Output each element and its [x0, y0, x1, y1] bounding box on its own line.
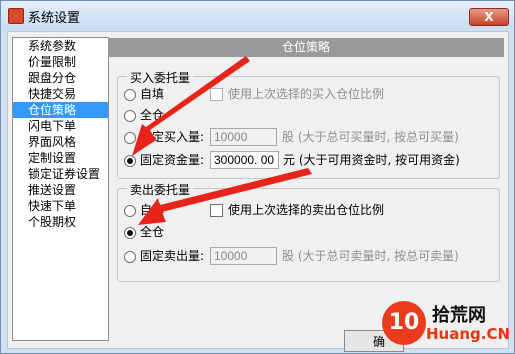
- sidebar-item-fast-order[interactable]: 快速下单: [13, 198, 108, 214]
- sell-fixed-qty-option[interactable]: 固定卖出量: 股 (大于总可卖量时, 按总可卖量): [124, 247, 494, 265]
- sell-auto-radio[interactable]: [124, 205, 136, 217]
- buy-auto-option[interactable]: 自填 使用上次选择的买入仓位比例: [124, 85, 494, 103]
- sell-fixed-qty-radio[interactable]: [124, 251, 136, 263]
- buy-full-label: 全仓: [140, 108, 165, 122]
- sidebar-item-push-settings[interactable]: 推送设置: [13, 182, 108, 198]
- sell-full-radio[interactable]: [124, 227, 136, 239]
- buy-auto-radio[interactable]: [124, 89, 136, 101]
- buy-full-option[interactable]: 全仓: [124, 106, 244, 124]
- buy-fixed-fund-label: 固定资金量:: [140, 153, 205, 167]
- window-title: 系统设置: [28, 11, 81, 26]
- sell-auto-label: 自填: [140, 203, 165, 217]
- watermark-cn-text: 拾荒网: [432, 305, 486, 326]
- app-icon: [8, 8, 24, 24]
- sidebar-item-flash-order[interactable]: 闪电下单: [13, 118, 108, 134]
- sell-group-legend: 卖出委托量: [127, 181, 194, 198]
- sell-full-option[interactable]: 全仓: [124, 223, 244, 241]
- buy-group-legend: 买入委托量: [127, 69, 194, 86]
- buy-fixed-fund-radio[interactable]: [124, 155, 136, 167]
- watermark: 10 拾荒网 Huang.CN: [382, 301, 512, 351]
- sell-use-last-label: 使用上次选择的卖出仓位比例: [228, 203, 385, 217]
- watermark-logo: 10: [382, 301, 426, 345]
- buy-fixed-fund-input[interactable]: [210, 151, 279, 169]
- sidebar-item-price-limit[interactable]: 价量限制: [13, 54, 108, 70]
- sidebar-item-follow-split[interactable]: 跟盘分仓: [13, 70, 108, 86]
- title-bar[interactable]: 系统设置 X: [1, 1, 514, 29]
- sell-auto-option[interactable]: 自填 使用上次选择的卖出仓位比例: [124, 201, 494, 219]
- buy-fixed-fund-hint: 元 (大于可用资金时, 按可用资金): [283, 153, 460, 167]
- sidebar-item-position-strategy[interactable]: 仓位策略: [13, 102, 108, 118]
- buy-auto-label: 自填: [140, 87, 165, 101]
- buy-quantity-group: 买入委托量 自填 使用上次选择的买入仓位比例 全仓 固定买入量: 股 (大于总可…: [117, 69, 500, 179]
- buy-fixed-qty-input[interactable]: [210, 128, 277, 146]
- buy-fixed-qty-radio[interactable]: [124, 132, 136, 144]
- buy-use-last-label: 使用上次选择的买入仓位比例: [228, 87, 385, 101]
- watermark-url: Huang.CN: [426, 325, 511, 343]
- sidebar-item-ui-style[interactable]: 界面风格: [13, 134, 108, 150]
- sell-quantity-group: 卖出委托量 自填 使用上次选择的卖出仓位比例 全仓 固定卖出量: 股 (大于总可…: [117, 181, 500, 282]
- buy-fixed-qty-hint: 股 (大于总可买量时, 按总可买量): [282, 130, 459, 144]
- buy-fixed-fund-option[interactable]: 固定资金量: 元 (大于可用资金时, 按可用资金): [124, 151, 499, 169]
- buy-fixed-qty-label: 固定买入量:: [140, 130, 205, 144]
- sell-fixed-qty-label: 固定卖出量:: [140, 249, 205, 263]
- sidebar-item-custom-settings[interactable]: 定制设置: [13, 150, 108, 166]
- buy-fixed-qty-option[interactable]: 固定买入量: 股 (大于总可买量时, 按总可买量): [124, 128, 494, 146]
- buy-full-radio[interactable]: [124, 110, 136, 122]
- buy-use-last-checkbox[interactable]: [210, 88, 223, 101]
- sidebar-item-system-params[interactable]: 系统参数: [13, 38, 108, 54]
- sell-full-label: 全仓: [140, 225, 165, 239]
- settings-panel: 仓位策略 买入委托量 自填 使用上次选择的买入仓位比例 全仓 固定买入量: 10…: [108, 37, 504, 346]
- sell-use-last-checkbox[interactable]: [210, 204, 223, 217]
- panel-header: 仓位策略: [108, 38, 504, 57]
- close-button[interactable]: X: [469, 8, 509, 26]
- sell-fixed-qty-hint: 股 (大于总可卖量时, 按总可卖量): [282, 249, 459, 263]
- settings-nav-list: 系统参数 价量限制 跟盘分仓 快捷交易 仓位策略 闪电下单 界面风格 定制设置 …: [12, 37, 109, 341]
- sidebar-item-stock-options[interactable]: 个股期权: [13, 214, 108, 230]
- sell-fixed-qty-input[interactable]: [210, 247, 277, 265]
- sidebar-item-lock-securities[interactable]: 锁定证券设置: [13, 166, 108, 182]
- sidebar-item-quick-trade[interactable]: 快捷交易: [13, 86, 108, 102]
